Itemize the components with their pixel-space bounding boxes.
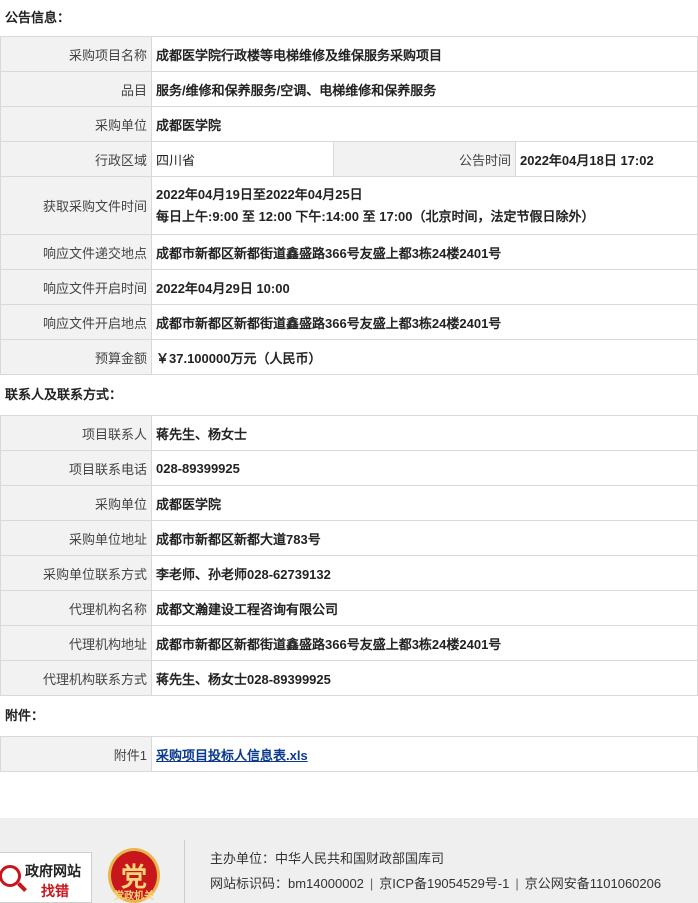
table-row: 获取采购文件时间 2022年04月19日至2022年04月25日 每日上午:9:… xyxy=(0,176,698,235)
footer-registration: 网站标识码：bm14000002 | 京ICP备19054529号-1 | 京公网安备1… xyxy=(210,873,661,892)
table-row: 采购单位 成都医学院 xyxy=(0,106,698,142)
footer-divider xyxy=(184,840,185,903)
agency-name-value: 成都文瀚建设工程咨询有限公司 xyxy=(151,590,698,626)
notice-time-value: 2022年04月18日 17:02 xyxy=(515,141,698,177)
region-label: 行政区域 xyxy=(0,141,152,177)
budget-value: ￥37.100000万元（人民币） xyxy=(151,339,698,375)
footer-sponsor: 主办单位：中华人民共和国财政部国库司 xyxy=(210,851,445,866)
table-row: 代理机构名称 成都文瀚建设工程咨询有限公司 xyxy=(0,590,698,626)
open-time-value: 2022年04月29日 10:00 xyxy=(151,269,698,305)
gov-website-error-badge[interactable]: 政府网站 找错 xyxy=(0,852,92,903)
open-place-label: 响应文件开启地点 xyxy=(0,304,152,340)
magnifier-handle xyxy=(17,882,27,892)
table-row: 预算金额 ￥37.100000万元（人民币） xyxy=(0,339,698,375)
attachment-link[interactable]: 采购项目投标人信息表.xls xyxy=(156,748,308,763)
contact-table: 项目联系人 蒋先生、杨女士 项目联系电话 028-89399925 采购单位 成… xyxy=(0,415,698,696)
footer-icp[interactable]: 京ICP备19054529号-1 xyxy=(379,876,509,891)
buyer-address-label: 采购单位地址 xyxy=(0,520,152,556)
page-footer: 政府网站 找错 党 党政机关 主办单位：中华人民共和国财政部国库司 网站标识码：… xyxy=(0,818,698,903)
table-row: 响应文件开启时间 2022年04月29日 10:00 xyxy=(0,269,698,305)
project-name-value: 成都医学院行政楼等电梯维修及维保服务采购项目 xyxy=(151,36,698,72)
table-row: 代理机构联系方式 蒋先生、杨女士028-89399925 xyxy=(0,660,698,696)
obtain-time-line2: 每日上午:9:00 至 12:00 下午:14:00 至 17:00（北京时间，… xyxy=(156,208,595,224)
party-government-badge[interactable]: 党 党政机关 xyxy=(108,848,160,903)
buyer-contact-label: 采购单位联系方式 xyxy=(0,555,152,591)
obtain-time-value: 2022年04月19日至2022年04月25日 每日上午:9:00 至 12:0… xyxy=(151,176,698,235)
attachment-label: 附件1 xyxy=(0,736,152,772)
attachment-table: 附件1 采购项目投标人信息表.xls xyxy=(0,736,698,772)
contact-section-heading: 联系人及联系方式： xyxy=(0,375,698,415)
submit-place-value: 成都市新都区新都街道鑫盛路366号友盛上都3栋24楼2401号 xyxy=(151,234,698,270)
table-row: 项目联系电话 028-89399925 xyxy=(0,450,698,486)
attachment-section-heading: 附件： xyxy=(0,696,698,736)
table-row: 采购单位联系方式 李老师、孙老师028-62739132 xyxy=(0,555,698,591)
table-row: 采购单位 成都医学院 xyxy=(0,485,698,521)
category-label: 品目 xyxy=(0,71,152,107)
table-row: 附件1 采购项目投标人信息表.xls xyxy=(0,736,698,772)
submit-place-label: 响应文件递交地点 xyxy=(0,234,152,270)
project-phone-label: 项目联系电话 xyxy=(0,450,152,486)
notice-section-heading: 公告信息： xyxy=(0,0,698,36)
footer-police[interactable]: 京公网安备1101060206 xyxy=(525,876,661,891)
budget-label: 预算金额 xyxy=(0,339,152,375)
party-badge-label: 党政机关 xyxy=(114,891,154,902)
obtain-time-line1: 2022年04月19日至2022年04月25日 xyxy=(156,186,363,202)
attachment-cell: 采购项目投标人信息表.xls xyxy=(151,736,698,772)
notice-table: 采购项目名称 成都医学院行政楼等电梯维修及维保服务采购项目 品目 服务/维修和保… xyxy=(0,36,698,375)
project-name-label: 采购项目名称 xyxy=(0,36,152,72)
footer-site-id: 网站标识码：bm14000002 xyxy=(210,876,364,891)
category-value: 服务/维修和保养服务/空调、电梯维修和保养服务 xyxy=(151,71,698,107)
agency-address-label: 代理机构地址 xyxy=(0,625,152,661)
gov-badge-line1: 政府网站 xyxy=(25,864,81,880)
contact-buyer-label: 采购单位 xyxy=(0,485,152,521)
table-row: 品目 服务/维修和保养服务/空调、电梯维修和保养服务 xyxy=(0,71,698,107)
buyer-contact-value: 李老师、孙老师028-62739132 xyxy=(151,555,698,591)
obtain-time-label: 获取采购文件时间 xyxy=(0,176,152,235)
agency-name-label: 代理机构名称 xyxy=(0,590,152,626)
buyer-value: 成都医学院 xyxy=(151,106,698,142)
contact-buyer-value: 成都医学院 xyxy=(151,485,698,521)
footer-separator: | xyxy=(369,876,374,891)
project-contact-value: 蒋先生、杨女士 xyxy=(151,415,698,451)
table-row: 行政区域 四川省 公告时间 2022年04月18日 17:02 xyxy=(0,141,698,177)
table-row: 响应文件递交地点 成都市新都区新都街道鑫盛路366号友盛上都3栋24楼2401号 xyxy=(0,234,698,270)
project-contact-label: 项目联系人 xyxy=(0,415,152,451)
notice-time-label: 公告时间 xyxy=(333,141,516,177)
table-row: 采购项目名称 成都医学院行政楼等电梯维修及维保服务采购项目 xyxy=(0,36,698,72)
agency-contact-value: 蒋先生、杨女士028-89399925 xyxy=(151,660,698,696)
open-place-value: 成都市新都区新都街道鑫盛路366号友盛上都3栋24楼2401号 xyxy=(151,304,698,340)
table-row: 项目联系人 蒋先生、杨女士 xyxy=(0,415,698,451)
buyer-address-value: 成都市新都区新都大道783号 xyxy=(151,520,698,556)
footer-separator: | xyxy=(515,876,519,891)
table-row: 采购单位地址 成都市新都区新都大道783号 xyxy=(0,520,698,556)
project-phone-value: 028-89399925 xyxy=(151,450,698,486)
agency-address-value: 成都市新都区新都街道鑫盛路366号友盛上都3栋24楼2401号 xyxy=(151,625,698,661)
region-value: 四川省 xyxy=(151,141,334,177)
gov-badge-line2: 找错 xyxy=(41,884,69,900)
table-row: 响应文件开启地点 成都市新都区新都街道鑫盛路366号友盛上都3栋24楼2401号 xyxy=(0,304,698,340)
agency-contact-label: 代理机构联系方式 xyxy=(0,660,152,696)
table-row: 代理机构地址 成都市新都区新都街道鑫盛路366号友盛上都3栋24楼2401号 xyxy=(0,625,698,661)
open-time-label: 响应文件开启时间 xyxy=(0,269,152,305)
buyer-label: 采购单位 xyxy=(0,106,152,142)
